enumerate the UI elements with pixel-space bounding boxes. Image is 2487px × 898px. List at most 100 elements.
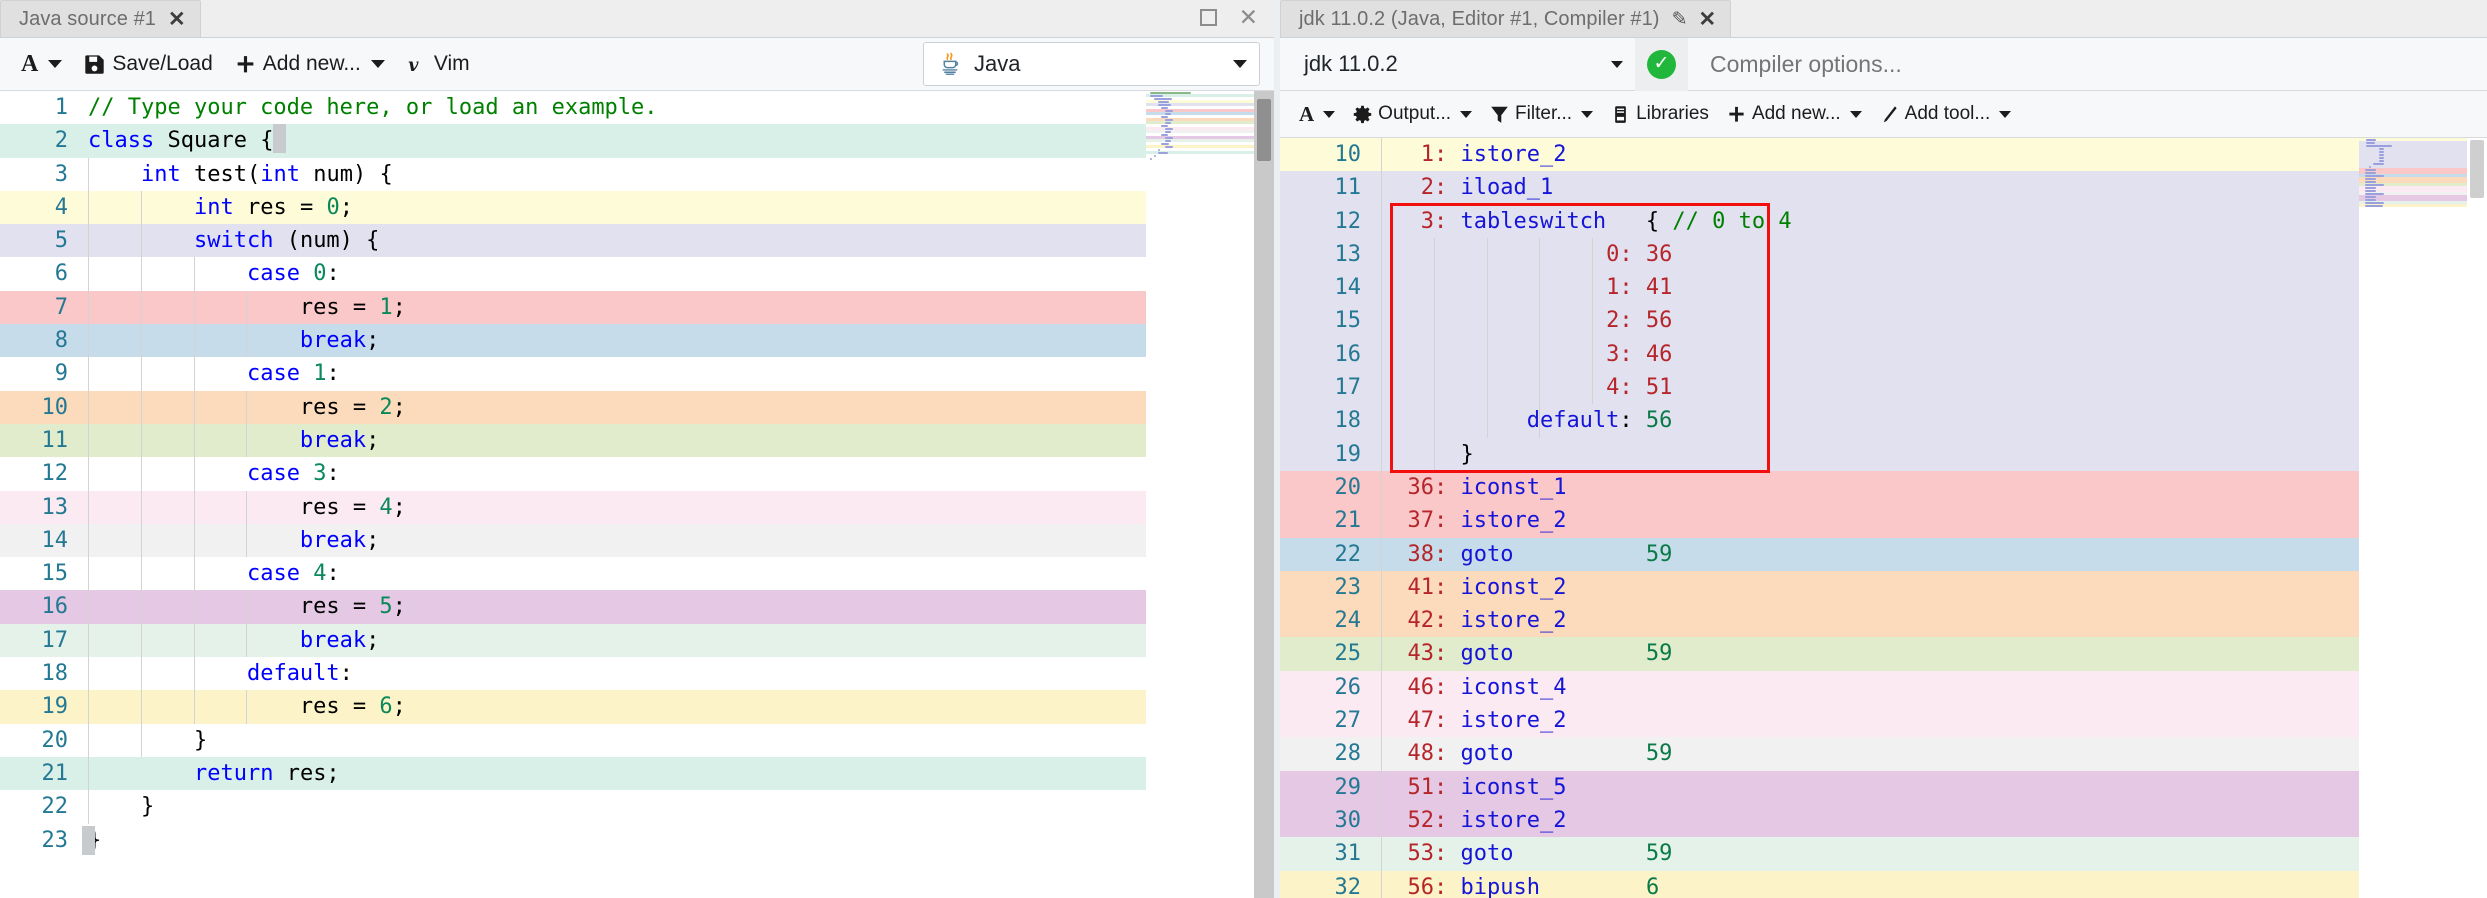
filter-button[interactable]: Filter... xyxy=(1481,98,1602,130)
compiler-output-editor[interactable]: 10 1: istore_2 11 2: iload_1 12 3: tablesw… xyxy=(1280,138,2487,898)
gear-icon xyxy=(1353,105,1372,124)
code-line[interactable]: 11 break; xyxy=(0,423,1146,458)
code-line[interactable]: 16 res = 5; xyxy=(0,590,1146,624)
code-line[interactable]: 17 break; xyxy=(0,623,1146,658)
code-line[interactable]: 8 break; xyxy=(0,324,1146,358)
code-line[interactable]: 30 52: istore_2 xyxy=(1280,803,2359,838)
line-number: 5 xyxy=(0,224,82,258)
code-line[interactable]: 29 51: iconst_5 xyxy=(1280,770,2359,804)
code-token: goto xyxy=(1460,641,1514,667)
indent-guide xyxy=(140,723,142,757)
code-line[interactable]: 23} xyxy=(0,823,1146,857)
line-number: 14 xyxy=(0,523,82,558)
source-editor[interactable]: 1// Type your code here, or load an exam… xyxy=(0,91,1274,898)
line-number: 11 xyxy=(0,423,82,458)
code-line[interactable]: 3 int test(int num) { xyxy=(0,157,1146,191)
code-line[interactable]: 14 break; xyxy=(0,523,1146,558)
code-line[interactable]: 22 38: goto 59 xyxy=(1280,537,2359,571)
source-minimap[interactable] xyxy=(1146,91,1254,898)
indent-guide xyxy=(1486,404,1488,438)
code-line[interactable]: 27 47: istore_2 xyxy=(1280,704,2359,738)
code-line[interactable]: 31 53: goto 59 xyxy=(1280,837,2359,871)
code-line[interactable]: 17 4: 51 xyxy=(1280,371,2359,405)
code-line[interactable]: 10 res = 2; xyxy=(0,390,1146,424)
code-line[interactable]: 15 case 4: xyxy=(0,557,1146,591)
code-line[interactable]: 26 46: iconst_4 xyxy=(1280,670,2359,705)
code-line[interactable]: 5 switch (num) { xyxy=(0,224,1146,258)
indent-guide xyxy=(1433,237,1435,272)
tab-jdk-compiler-1[interactable]: jdk 11.0.2 (Java, Editor #1, Compiler #1… xyxy=(1280,0,1732,37)
save-load-button[interactable]: Save/Load xyxy=(73,46,223,82)
minimap-block xyxy=(2364,204,2383,207)
font-size-button[interactable]: A xyxy=(1290,97,1344,132)
add-new-button[interactable]: Add new... xyxy=(224,46,396,82)
asm-minimap[interactable] xyxy=(2359,138,2467,898)
code-token: goto xyxy=(1460,841,1514,867)
source-code-area[interactable]: 1// Type your code here, or load an exam… xyxy=(0,91,1146,898)
code-line[interactable]: 6 case 0: xyxy=(0,257,1146,291)
asm-vertical-scrollbar[interactable] xyxy=(2467,138,2487,898)
code-line[interactable]: 18 default: xyxy=(0,657,1146,691)
indent-guide xyxy=(193,324,195,358)
indent-guide xyxy=(88,357,89,391)
code-line-content: 42: istore_2 xyxy=(1375,604,2359,638)
language-select[interactable]: Java xyxy=(923,42,1260,86)
indent-guide xyxy=(1592,271,1594,305)
code-line[interactable]: 15 2: 56 xyxy=(1280,304,2359,338)
code-line[interactable]: 9 case 1: xyxy=(0,357,1146,391)
compile-status-button[interactable]: ✓ xyxy=(1635,37,1688,91)
scrollbar-thumb[interactable] xyxy=(1257,99,1271,161)
code-line[interactable]: 23 41: iconst_2 xyxy=(1280,570,2359,605)
indent-guide xyxy=(140,290,142,325)
code-line[interactable]: 21 37: istore_2 xyxy=(1280,504,2359,538)
code-line[interactable]: 1// Type your code here, or load an exam… xyxy=(0,91,1146,125)
indent-guide xyxy=(1381,537,1382,571)
font-size-button[interactable]: A xyxy=(10,45,73,84)
add-new-button[interactable]: Add new... xyxy=(1718,98,1871,130)
code-line[interactable]: 25 43: goto 59 xyxy=(1280,637,2359,671)
source-vertical-scrollbar[interactable] xyxy=(1254,91,1274,898)
code-token: 47 xyxy=(1381,708,1434,734)
code-line[interactable]: 2 class Square { xyxy=(0,124,1146,158)
vim-button[interactable]: v Vim xyxy=(396,46,481,82)
code-token: case xyxy=(246,361,300,387)
code-line[interactable]: 24 42: istore_2 xyxy=(1280,604,2359,638)
code-line[interactable]: 22 } xyxy=(0,790,1146,824)
close-icon[interactable]: ✕ xyxy=(1239,6,1258,29)
tab-java-source-1[interactable]: Java source #1 ✕ xyxy=(0,0,201,37)
code-line[interactable]: 18 default: 56 xyxy=(1280,404,2359,438)
indent-guide xyxy=(1433,437,1435,471)
code-line[interactable]: 32 56: bipush 6 xyxy=(1280,870,2359,898)
code-line[interactable]: 28 48: goto 59 xyxy=(1280,737,2359,771)
line-number: 15 xyxy=(0,557,82,591)
code-line[interactable]: 7 res = 1; xyxy=(0,290,1146,325)
code-line[interactable]: 19 } xyxy=(1280,437,2359,471)
code-line[interactable]: 16 3: 46 xyxy=(1280,337,2359,372)
code-line[interactable]: 10 1: istore_2 xyxy=(1280,138,2359,172)
scrollbar-thumb[interactable] xyxy=(2470,140,2484,198)
code-line[interactable]: 19 res = 6; xyxy=(0,690,1146,724)
output-button[interactable]: Output... xyxy=(1344,98,1481,130)
code-token: : xyxy=(326,361,340,387)
code-token: bipush xyxy=(1460,874,1540,898)
add-tool-button[interactable]: Add tool... xyxy=(1871,98,2021,130)
close-icon[interactable]: ✕ xyxy=(168,9,186,30)
code-line[interactable]: 13 0: 36 xyxy=(1280,237,2359,272)
code-line[interactable]: 21 return res; xyxy=(0,756,1146,791)
maximize-icon[interactable] xyxy=(1199,9,1217,26)
asm-code-area[interactable]: 10 1: istore_2 11 2: iload_1 12 3: tablesw… xyxy=(1280,138,2359,898)
close-icon[interactable]: ✕ xyxy=(1699,9,1717,30)
code-line[interactable]: 12 3: tableswitch { // 0 to 4 xyxy=(1280,204,2359,238)
code-line[interactable]: 12 case 3: xyxy=(0,457,1146,491)
code-line[interactable]: 13 res = 4; xyxy=(0,490,1146,524)
code-line[interactable]: 11 2: iload_1 xyxy=(1280,171,2359,205)
libraries-button[interactable]: Libraries xyxy=(1602,98,1718,130)
indent-guide xyxy=(88,490,89,524)
code-line[interactable]: 20 } xyxy=(0,723,1146,757)
code-line[interactable]: 20 36: iconst_1 xyxy=(1280,470,2359,505)
code-line[interactable]: 4 int res = 0; xyxy=(0,190,1146,225)
compiler-options-input[interactable] xyxy=(1688,37,2487,91)
code-line[interactable]: 14 1: 41 xyxy=(1280,271,2359,305)
compiler-version-select[interactable]: jdk 11.0.2 xyxy=(1290,42,1635,86)
pencil-icon[interactable]: ✎ xyxy=(1672,10,1688,29)
